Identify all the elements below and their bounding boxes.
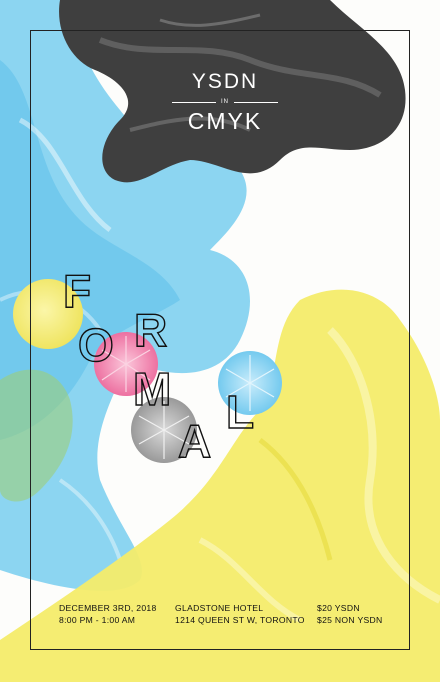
title-letter-r: R	[133, 304, 168, 356]
price-non-member: $25 NON YSDN	[317, 615, 383, 625]
formal-poster: YSDN IN CMYK F O R M A L DECEMBER 3RD, 2…	[0, 0, 440, 682]
brand-divider: IN	[172, 99, 278, 105]
divider-line-left	[172, 101, 216, 103]
event-date: DECEMBER 3RD, 2018	[59, 603, 157, 613]
divider-line-right	[234, 101, 278, 103]
event-time: 8:00 PM - 1:00 AM	[59, 615, 136, 625]
title-letter-a: A	[177, 415, 212, 467]
event-venue: GLADSTONE HOTEL	[175, 603, 264, 613]
price-member: $20 YSDN	[317, 603, 360, 613]
event-address: 1214 QUEEN ST W, TORONTO	[175, 615, 305, 625]
title-letter-o: O	[77, 319, 114, 371]
title-letter-f: F	[62, 265, 92, 317]
title-letter-l: L	[225, 386, 255, 438]
brand-middle-text: IN	[221, 99, 229, 105]
event-datetime: DECEMBER 3RD, 2018 8:00 PM - 1:00 AM	[59, 602, 157, 626]
event-location: GLADSTONE HOTEL 1214 QUEEN ST W, TORONTO	[175, 602, 305, 626]
brand-top-text: YSDN	[191, 70, 259, 93]
title-letter-m: M	[132, 363, 172, 415]
brand-bottom-text: CMYK	[187, 108, 263, 134]
event-pricing: $20 YSDN $25 NON YSDN	[317, 602, 383, 626]
